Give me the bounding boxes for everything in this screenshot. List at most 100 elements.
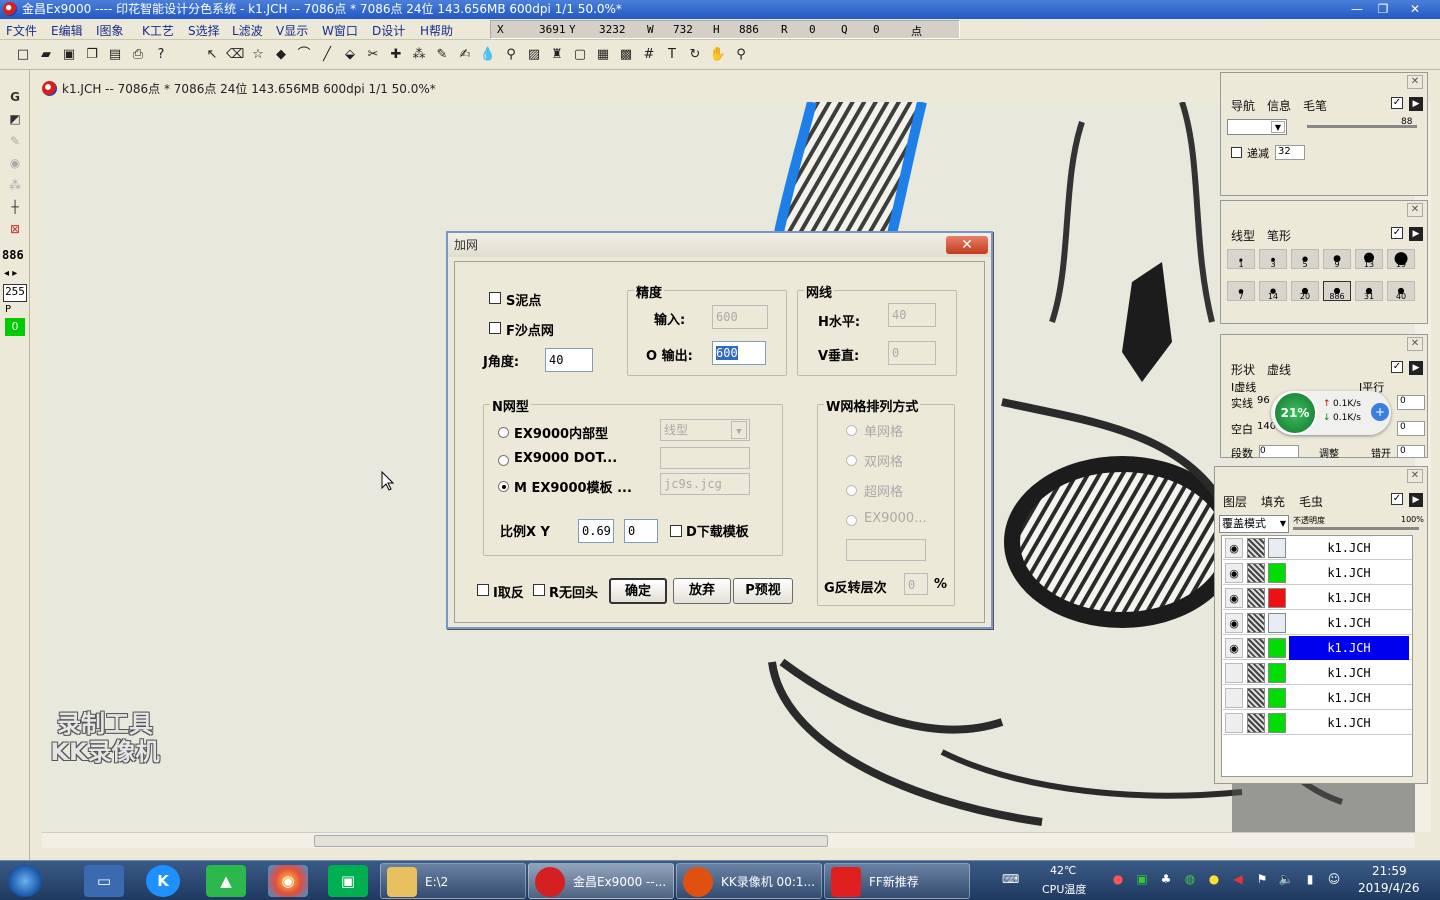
open-folder-icon[interactable]: ▰	[37, 46, 55, 64]
angle-input[interactable]: 40	[545, 348, 593, 372]
menu-image[interactable]: I图象	[96, 22, 124, 39]
layers-check-icon[interactable]: ✓	[1391, 493, 1403, 505]
visibility-eye-icon[interactable]	[1225, 688, 1243, 708]
menu-design[interactable]: D设计	[372, 22, 405, 39]
crop-tool-icon[interactable]: ┼	[6, 200, 24, 216]
toolbox-level-value[interactable]: 255	[3, 284, 27, 302]
segments-value[interactable]: 0	[1259, 445, 1299, 458]
visibility-eye-icon[interactable]: ◉	[1225, 638, 1243, 658]
fill-shape-icon[interactable]: ◆	[272, 46, 290, 64]
tray-red-icon[interactable]: ◀	[1230, 871, 1246, 887]
tab-dashed[interactable]: 虚线	[1267, 361, 1291, 378]
green-app-icon[interactable]: ▲	[206, 865, 246, 897]
save-icon[interactable]: ▣	[60, 46, 78, 64]
spray-tool-icon[interactable]: ⁂	[6, 178, 24, 194]
gradient-icon[interactable]: ▨	[525, 46, 543, 64]
sand-dot-checkbox[interactable]	[489, 322, 501, 334]
brush-mode-select[interactable]: ▼	[1227, 119, 1287, 135]
add-circle-icon[interactable]: +	[1371, 403, 1389, 421]
maximize-button[interactable]: ❐	[1372, 1, 1394, 17]
tab-navigator[interactable]: 导航	[1231, 97, 1255, 114]
layer-row[interactable]: k1.JCH	[1223, 686, 1412, 710]
navigator-menu-icon[interactable]: ▶	[1409, 97, 1423, 111]
download-template-checkbox[interactable]	[670, 525, 682, 537]
net-type-template-radio[interactable]	[498, 481, 509, 492]
brush-menu-icon[interactable]: ▶	[1409, 227, 1423, 241]
net-type-dot-radio[interactable]	[498, 455, 509, 466]
decrease-value[interactable]: 32	[1275, 145, 1305, 160]
blend-mode-select[interactable]: 覆盖模式 ▼	[1219, 515, 1289, 533]
layer-row[interactable]: ◉ k1.JCH	[1223, 536, 1412, 560]
rect-tool-icon[interactable]: ⊠	[6, 222, 24, 238]
bucket-icon[interactable]: ⬙	[341, 46, 359, 64]
task-kk-recorder[interactable]: KK录像机 00:1...	[676, 863, 822, 899]
window-frame-icon[interactable]: ▦	[594, 46, 612, 64]
menu-view[interactable]: V显示	[276, 22, 308, 39]
tab-brush[interactable]: 毛笔	[1303, 97, 1327, 114]
task-ex9000[interactable]: 金昌Ex9000 --...	[528, 863, 674, 899]
brush-size-31[interactable]: ● 31	[1355, 281, 1383, 301]
ok-button[interactable]: 确定	[609, 578, 667, 604]
menu-select[interactable]: S选择	[188, 22, 220, 39]
ratio-y-input[interactable]: 0	[624, 519, 658, 543]
visibility-eye-icon[interactable]: ◉	[1225, 538, 1243, 558]
layer-row[interactable]: ◉ k1.JCH	[1223, 611, 1412, 635]
visibility-eye-icon[interactable]: ◉	[1225, 563, 1243, 583]
layer-color-swatch[interactable]	[1268, 663, 1286, 683]
brush-size-1[interactable]: ● 1	[1227, 249, 1255, 269]
k-app-icon[interactable]: K	[146, 865, 180, 897]
grid-icon[interactable]: #	[640, 46, 658, 64]
shape-menu-icon[interactable]: ▶	[1409, 361, 1423, 375]
mud-dot-checkbox[interactable]	[489, 292, 501, 304]
arrangement-single-radio[interactable]	[846, 425, 857, 436]
precision-output-field[interactable]: 600	[712, 341, 766, 365]
ratio-x-input[interactable]: 0.69	[578, 519, 614, 543]
menu-craft[interactable]: K工艺	[142, 22, 174, 39]
parallel-value[interactable]: 0	[1397, 395, 1425, 410]
text-icon[interactable]: T	[663, 46, 681, 64]
pen-icon[interactable]: ✎	[433, 46, 451, 64]
rotate-icon[interactable]: ↻	[686, 46, 704, 64]
layer-row[interactable]: k1.JCH	[1223, 661, 1412, 685]
decrease-checkbox[interactable]	[1231, 147, 1242, 158]
visibility-eye-icon[interactable]	[1225, 663, 1243, 683]
shape-panel-close-icon[interactable]: ✕	[1407, 337, 1423, 351]
menu-window[interactable]: W窗口	[322, 22, 358, 39]
solid-value[interactable]: 96	[1257, 395, 1273, 406]
layer-row[interactable]: ◉ k1.JCH	[1223, 636, 1412, 660]
tab-line-type[interactable]: 线型	[1231, 227, 1255, 244]
tray-app-icon[interactable]: ▣	[1134, 871, 1150, 887]
minimize-button[interactable]: —	[1346, 1, 1368, 17]
brush-size-14[interactable]: ● 14	[1259, 281, 1287, 301]
brush-size-40[interactable]: ● 40	[1387, 281, 1415, 301]
layer-color-swatch[interactable]	[1268, 613, 1286, 633]
stagger-value[interactable]: 0	[1397, 445, 1425, 458]
tab-caterpillar[interactable]: 毛虫	[1299, 493, 1323, 510]
menu-help[interactable]: H帮助	[420, 22, 453, 39]
iqiyi-icon[interactable]: ▣	[328, 865, 368, 897]
tray-yellow-icon[interactable]: ●	[1206, 871, 1222, 887]
visibility-eye-icon[interactable]	[1225, 713, 1243, 733]
eyedropper-icon[interactable]: ✚	[387, 46, 405, 64]
tab-layers[interactable]: 图层	[1223, 493, 1247, 510]
toolbox-arrows-icon[interactable]: ◂ ▸	[4, 268, 17, 279]
star-icon[interactable]: ☆	[249, 46, 267, 64]
brush-size-9[interactable]: ● 9	[1323, 249, 1351, 269]
tray-flag-icon[interactable]: ⚑	[1254, 871, 1270, 887]
tab-pen-shape[interactable]: 笔形	[1267, 227, 1291, 244]
bucket-tool-icon[interactable]: ◉	[6, 156, 24, 172]
user-icon[interactable]: ☺	[1326, 871, 1342, 887]
print-icon[interactable]: ⎙	[129, 46, 147, 64]
layer-color-swatch[interactable]	[1268, 563, 1286, 583]
scissors-icon[interactable]: ✂	[364, 46, 382, 64]
drop-icon[interactable]: 💧	[479, 46, 497, 64]
stagger-label[interactable]: 错开	[1371, 445, 1391, 460]
frame-icon[interactable]: ▢	[571, 46, 589, 64]
layers-menu-icon[interactable]: ▶	[1409, 493, 1423, 507]
brush-panel-close-icon[interactable]: ✕	[1407, 203, 1423, 217]
magnifier-icon[interactable]: ⚲	[502, 46, 520, 64]
brush-size-3[interactable]: ● 3	[1259, 249, 1287, 269]
menu-filter[interactable]: L滤波	[232, 22, 263, 39]
network-monitor-widget[interactable]: 21% ↑ 0.1K/s ↓ 0.1K/s +	[1271, 391, 1391, 435]
shield-icon[interactable]: ◍	[1182, 871, 1198, 887]
